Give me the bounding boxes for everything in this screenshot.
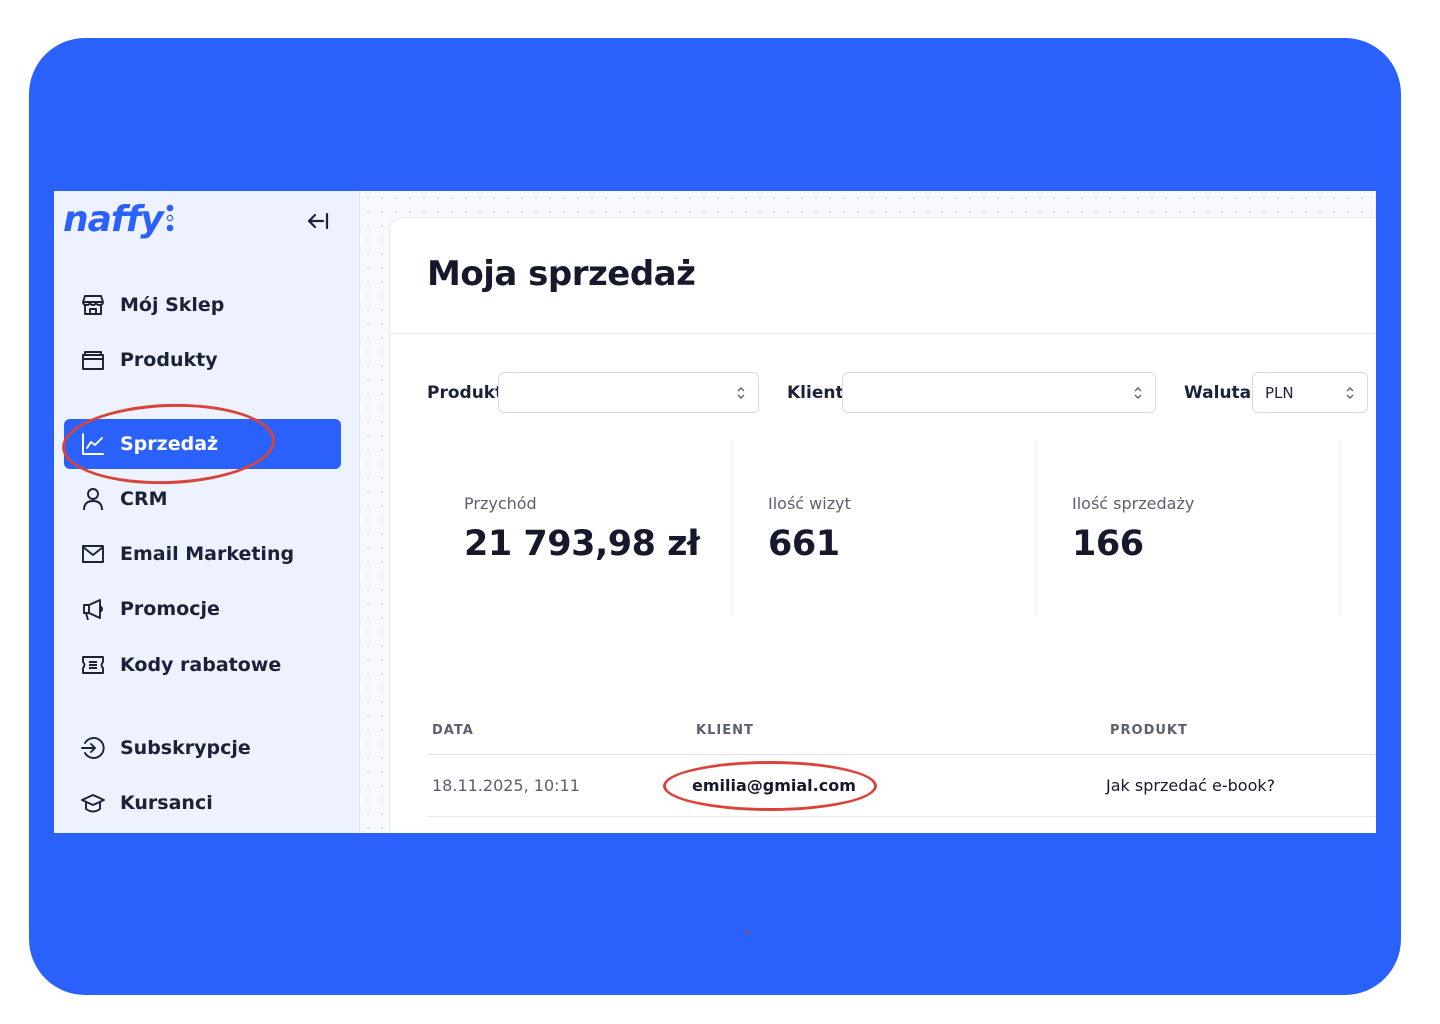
sidebar-item-kody-rabatowe[interactable]: Kody rabatowe xyxy=(64,640,341,690)
table-row-divider xyxy=(427,816,1376,817)
column-header-product[interactable]: PRODUKT xyxy=(1110,723,1188,738)
red-dot-mark xyxy=(746,931,749,934)
sidebar-item-label: Sprzedaż xyxy=(120,433,219,455)
sidebar: naffy Mój Sklep Produkty Sprzedaż CRM Em… xyxy=(54,191,360,833)
stat-label: Przychód xyxy=(464,494,537,513)
stat-value: 166 xyxy=(1072,524,1144,564)
currency-filter-label: Waluta xyxy=(1184,383,1252,403)
stat-divider xyxy=(1035,440,1036,615)
column-header-client[interactable]: KLIENT xyxy=(696,723,754,738)
sidebar-item-sprzedaz[interactable]: Sprzedaż xyxy=(64,419,341,469)
graduation-cap-icon xyxy=(80,790,106,816)
sidebar-item-label: Promocje xyxy=(120,598,220,620)
client-select[interactable] xyxy=(842,372,1156,413)
table-cell-date: 18.11.2025, 10:11 xyxy=(432,776,580,795)
stat-revenue: Przychód 21 793,98 zł xyxy=(464,440,764,615)
table-header-divider xyxy=(427,754,1376,755)
sidebar-item-subskrypcje[interactable]: Subskrypcje xyxy=(64,723,341,773)
table-cell-product[interactable]: Jak sprzedać e-book? xyxy=(1106,776,1275,795)
stat-divider xyxy=(731,440,732,615)
product-select[interactable] xyxy=(498,372,759,413)
stat-divider xyxy=(1339,440,1340,615)
naffy-logo[interactable]: naffy xyxy=(63,199,164,240)
megaphone-icon xyxy=(80,596,106,622)
sidebar-item-label: Mój Sklep xyxy=(120,294,225,316)
sidebar-item-label: Email Marketing xyxy=(120,543,295,565)
collapse-sidebar-button[interactable] xyxy=(302,207,334,235)
select-chevron-icon xyxy=(737,387,745,399)
store-icon xyxy=(80,292,106,318)
sidebar-item-produkty[interactable]: Produkty xyxy=(64,335,341,385)
sidebar-item-label: Kody rabatowe xyxy=(120,654,282,676)
app-screenshot: naffy Mój Sklep Produkty Sprzedaż CRM Em… xyxy=(54,191,1376,833)
sidebar-item-label: Subskrypcje xyxy=(120,737,251,759)
table-cell-client[interactable]: emilia@gmial.com xyxy=(692,776,856,795)
stat-visits: Ilość wizyt 661 xyxy=(768,440,1068,615)
sidebar-item-promocje[interactable]: Promocje xyxy=(64,584,341,634)
stat-sales-count: Ilość sprzedaży 166 xyxy=(1072,440,1372,615)
page-title: Moja sprzedaż xyxy=(427,254,696,294)
currency-select-value: PLN xyxy=(1265,383,1294,402)
sidebar-item-label: Produkty xyxy=(120,349,218,371)
sidebar-item-crm[interactable]: CRM xyxy=(64,474,341,524)
stat-value: 21 793,98 zł xyxy=(464,524,700,564)
select-chevron-icon xyxy=(1346,387,1354,399)
sidebar-item-moj-sklep[interactable]: Mój Sklep xyxy=(64,280,341,330)
sidebar-item-email-marketing[interactable]: Email Marketing xyxy=(64,529,341,579)
select-chevron-icon xyxy=(1134,387,1142,399)
collapse-left-icon xyxy=(307,212,329,230)
sidebar-item-kursanci[interactable]: Kursanci xyxy=(64,778,341,828)
client-filter-label: Klient xyxy=(787,383,844,403)
currency-select[interactable]: PLN xyxy=(1252,372,1368,413)
column-header-date[interactable]: DATA xyxy=(432,723,474,738)
stat-label: Ilość wizyt xyxy=(768,494,851,513)
sidebar-item-label: CRM xyxy=(120,488,168,510)
sidebar-item-label: Kursanci xyxy=(120,792,213,814)
divider xyxy=(390,333,1376,334)
logo-dots-icon xyxy=(166,204,174,232)
stat-label: Ilość sprzedaży xyxy=(1072,494,1195,513)
folder-icon xyxy=(80,347,106,373)
chart-line-icon xyxy=(80,431,106,457)
user-icon xyxy=(80,486,106,512)
ticket-icon xyxy=(80,652,106,678)
product-filter-label: Produkt xyxy=(427,383,504,403)
stat-value: 661 xyxy=(768,524,840,564)
mail-icon xyxy=(80,541,106,567)
subscription-icon xyxy=(80,735,106,761)
sales-card: Moja sprzedaż Produkt Klient Waluta PLN … xyxy=(389,217,1376,833)
